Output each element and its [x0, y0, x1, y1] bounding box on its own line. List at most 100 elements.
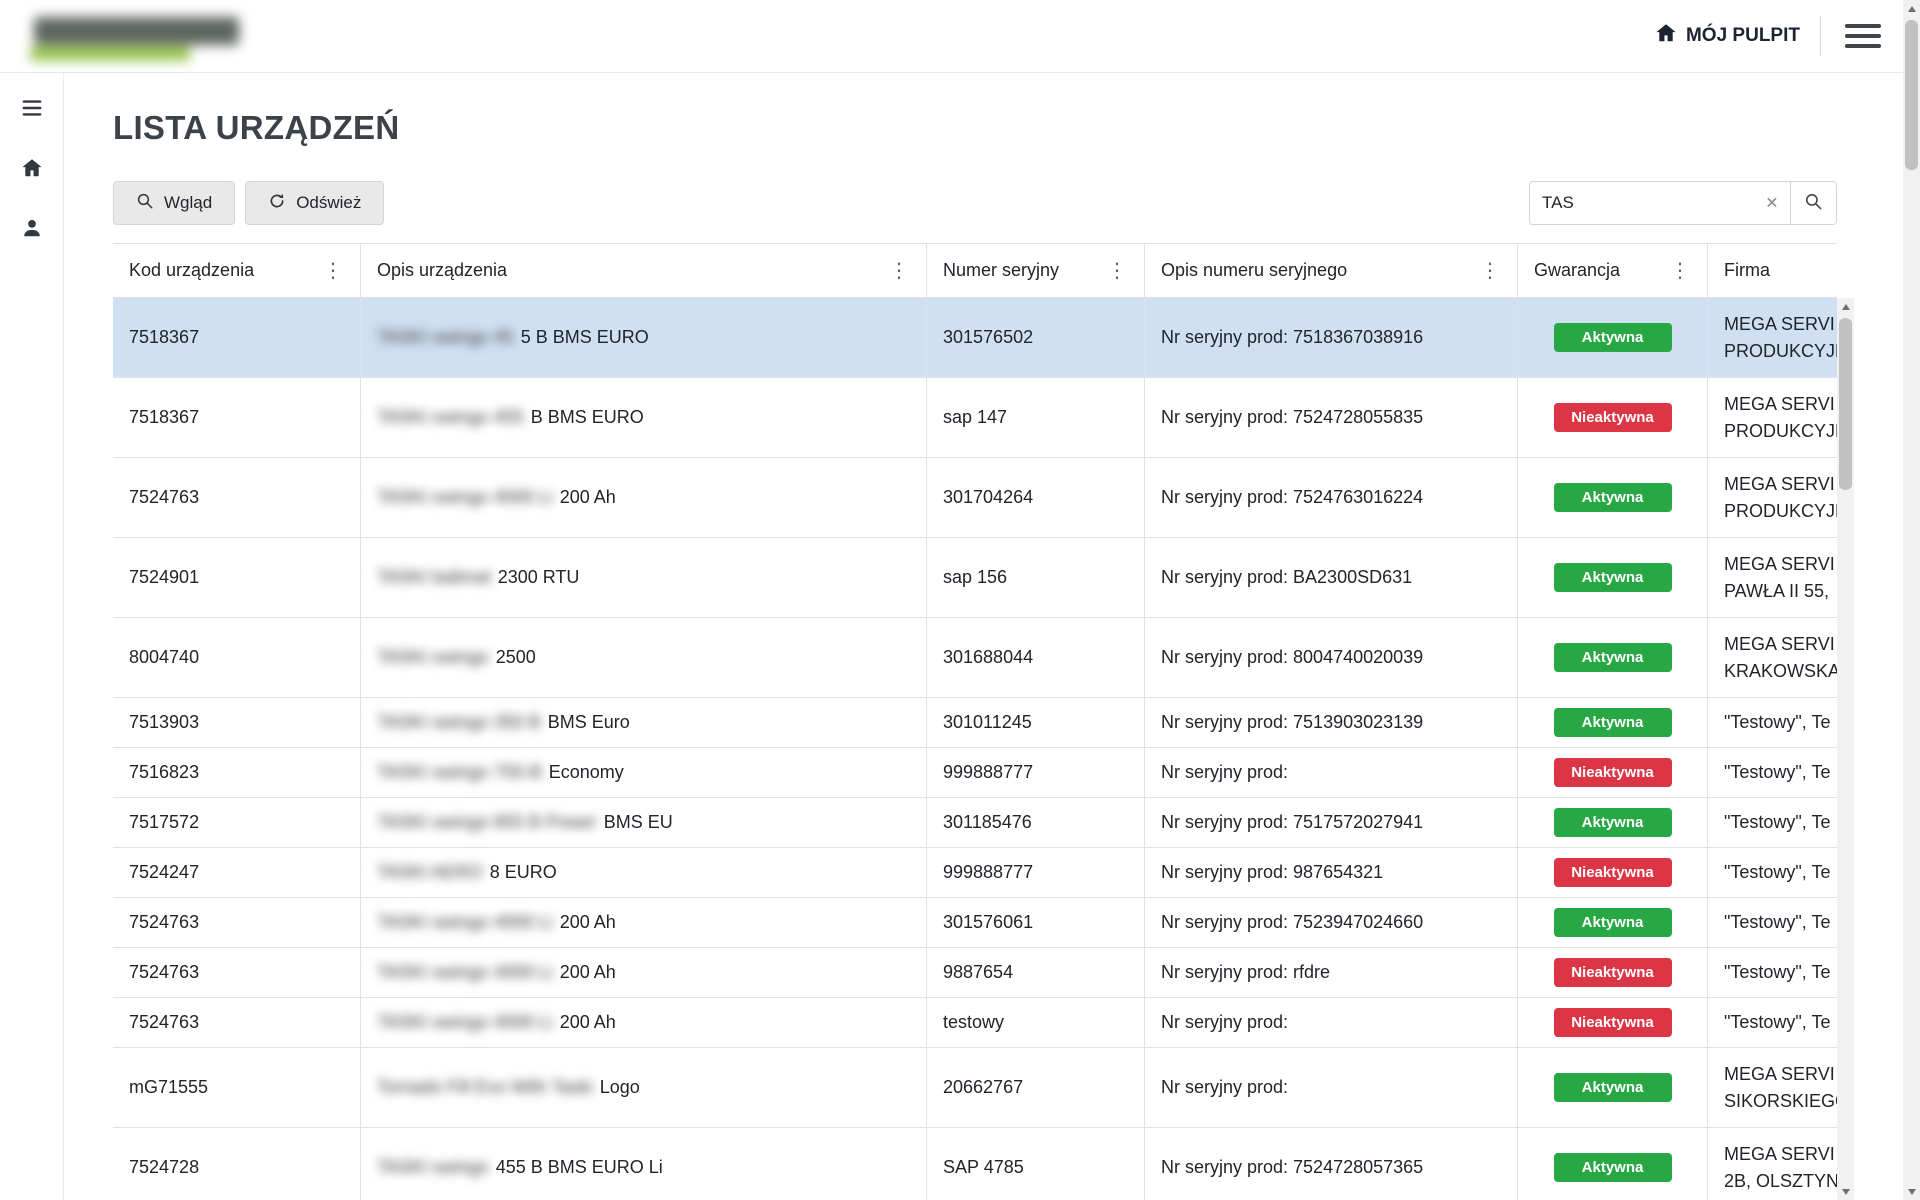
table-scroll-up-arrow[interactable]: [1837, 298, 1854, 315]
search-icon: [136, 192, 154, 215]
table-row[interactable]: 7516823 TASKI swingo 755-B Economy 99988…: [113, 748, 1837, 798]
page-scrollbar-thumb[interactable]: [1905, 20, 1918, 170]
inspect-button[interactable]: Wgląd: [113, 181, 235, 225]
column-menu-icon[interactable]: ⋮: [884, 258, 914, 283]
serial-description: Nr seryjny prod: 7524763016224: [1161, 487, 1423, 508]
sidebar-menu-toggle[interactable]: [10, 87, 54, 131]
topbar-menu-button[interactable]: [1841, 18, 1885, 54]
table-row[interactable]: 7524247 TASKI AERO 8 EURO 999888777 Nr s…: [113, 848, 1837, 898]
serial-number: 301576061: [943, 912, 1033, 933]
company-line-1: "Testowy", Te: [1724, 1009, 1831, 1036]
device-code: 7524763: [129, 962, 199, 983]
column-header[interactable]: Gwarancja ⋮: [1518, 244, 1708, 297]
table-row[interactable]: 7518367 TASKI swingo 45 5 B BMS EURO 301…: [113, 298, 1837, 378]
column-header[interactable]: Firma: [1708, 244, 1837, 297]
logo-blurred-image: [34, 17, 239, 45]
table-row[interactable]: 8004740 TASKI swingo 2500 301688044 Nr s…: [113, 618, 1837, 698]
column-header[interactable]: Opis numeru seryjnego ⋮: [1145, 244, 1518, 297]
blurred-text: TASKI swingo 755-B: [377, 762, 542, 783]
device-code: mG71555: [129, 1077, 208, 1098]
warranty-badge: Aktywna: [1554, 563, 1672, 592]
warranty-badge: Aktywna: [1554, 483, 1672, 512]
company-cell: MEGA SERVI KRAKOWSKA: [1708, 618, 1837, 697]
table-row[interactable]: 7524763 TASKI swingo 4000 Li 200 Ah 3015…: [113, 898, 1837, 948]
device-description-cell: TASKI swingo 4000 Li 200 Ah: [361, 948, 927, 997]
my-dashboard-link[interactable]: MÓJ PULPIT: [1655, 22, 1800, 50]
serial-description-cell: Nr seryjny prod: 7513903023139: [1145, 698, 1518, 747]
table-row[interactable]: 7524728 TASKI swingo 455 B BMS EURO Li S…: [113, 1128, 1837, 1200]
company-line-1: MEGA SERVI: [1724, 311, 1835, 338]
serial-number-cell: sap 147: [927, 378, 1145, 457]
device-code: 7518367: [129, 407, 199, 428]
search-button[interactable]: [1790, 182, 1836, 224]
table-row[interactable]: 7513903 TASKI swingo 350 B BMS Euro 3010…: [113, 698, 1837, 748]
table-scrollbar[interactable]: [1837, 298, 1854, 1200]
company-cell: "Testowy", Te: [1708, 898, 1837, 947]
page-scrollbar[interactable]: [1903, 0, 1920, 1200]
inspect-button-label: Wgląd: [164, 193, 212, 213]
serial-number: 999888777: [943, 762, 1033, 783]
serial-description-cell: Nr seryjny prod: rfdre: [1145, 948, 1518, 997]
clear-search-button[interactable]: ×: [1760, 191, 1784, 216]
warranty-badge: Aktywna: [1554, 1153, 1672, 1182]
device-description: 200 Ah: [560, 1012, 616, 1033]
warranty-cell: Aktywna: [1518, 458, 1708, 537]
table-scrollbar-thumb[interactable]: [1839, 318, 1852, 490]
page-scroll-down-arrow[interactable]: [1903, 1183, 1920, 1200]
serial-description-cell: Nr seryjny prod: 7517572027941: [1145, 798, 1518, 847]
table-row[interactable]: 7524901 TASKI balimat 2300 RTU sap 156 N…: [113, 538, 1837, 618]
home-icon: [21, 157, 43, 182]
company-line-2: PRODUKCYJN: [1724, 418, 1837, 445]
hamburger-bar: [1845, 44, 1881, 48]
device-description: 2300 RTU: [498, 567, 580, 588]
blurred-text: TASKI swingo 350 B: [377, 712, 541, 733]
column-header[interactable]: Kod urządzenia ⋮: [113, 244, 361, 297]
column-menu-icon[interactable]: ⋮: [1475, 258, 1505, 283]
refresh-button[interactable]: Odśwież: [245, 181, 384, 225]
device-code: 7518367: [129, 327, 199, 348]
serial-number-cell: sap 156: [927, 538, 1145, 617]
column-header[interactable]: Opis urządzenia ⋮: [361, 244, 927, 297]
company-cell: MEGA SERVI PRODUKCYJN: [1708, 458, 1837, 537]
device-description: 200 Ah: [560, 487, 616, 508]
column-menu-icon[interactable]: ⋮: [1665, 258, 1695, 283]
table-row[interactable]: 7518367 TASKI swingo 455 B BMS EURO sap …: [113, 378, 1837, 458]
device-code: 7524763: [129, 1012, 199, 1033]
serial-number-cell: 301576061: [927, 898, 1145, 947]
table-scroll-down-arrow[interactable]: [1837, 1183, 1854, 1200]
serial-description-cell: Nr seryjny prod: 7523947024660: [1145, 898, 1518, 947]
device-description: 8 EURO: [490, 862, 557, 883]
device-description: B BMS EURO: [531, 407, 644, 428]
table-row[interactable]: 7524763 TASKI swingo 4000 Li 200 Ah 9887…: [113, 948, 1837, 998]
device-description-cell: TASKI swingo 855 B Power BMS EU: [361, 798, 927, 847]
company-line-1: "Testowy", Te: [1724, 859, 1831, 886]
table-row[interactable]: 7524763 TASKI swingo 4000 Li 200 Ah test…: [113, 998, 1837, 1048]
column-menu-icon[interactable]: ⋮: [1102, 258, 1132, 283]
serial-description: Nr seryjny prod: 7517572027941: [1161, 812, 1423, 833]
table-row[interactable]: 7517572 TASKI swingo 855 B Power BMS EU …: [113, 798, 1837, 848]
blurred-text: TASKI swingo 4000 Li: [377, 487, 553, 508]
toolbar: Wgląd Odśwież ×: [113, 181, 1837, 225]
column-menu-icon[interactable]: ⋮: [318, 258, 348, 283]
serial-number: 20662767: [943, 1077, 1023, 1098]
device-code: 7517572: [129, 812, 199, 833]
blurred-text: TASKI swingo 4000 Li: [377, 1012, 553, 1033]
device-table: Kod urządzenia ⋮ Opis urządzenia ⋮ Numer…: [113, 243, 1854, 1200]
column-header[interactable]: Numer seryjny ⋮: [927, 244, 1145, 297]
device-code-cell: 7516823: [113, 748, 361, 797]
table-row[interactable]: mG71555 Tornado Fill Evo With Taski Logo…: [113, 1048, 1837, 1128]
serial-number: 301704264: [943, 487, 1033, 508]
warranty-cell: Aktywna: [1518, 618, 1708, 697]
table-row[interactable]: 7524763 TASKI swingo 4000 Li 200 Ah 3017…: [113, 458, 1837, 538]
sidebar-item-home[interactable]: [10, 147, 54, 191]
device-description: BMS Euro: [548, 712, 630, 733]
warranty-cell: Aktywna: [1518, 298, 1708, 377]
logo[interactable]: [20, 10, 270, 62]
serial-number: 9887654: [943, 962, 1013, 983]
search-input[interactable]: [1530, 182, 1790, 224]
sidebar-item-user[interactable]: [10, 207, 54, 251]
page-scroll-up-arrow[interactable]: [1903, 0, 1920, 17]
warranty-cell: Nieaktywna: [1518, 848, 1708, 897]
serial-number: 999888777: [943, 862, 1033, 883]
serial-description: Nr seryjny prod: 7523947024660: [1161, 912, 1423, 933]
